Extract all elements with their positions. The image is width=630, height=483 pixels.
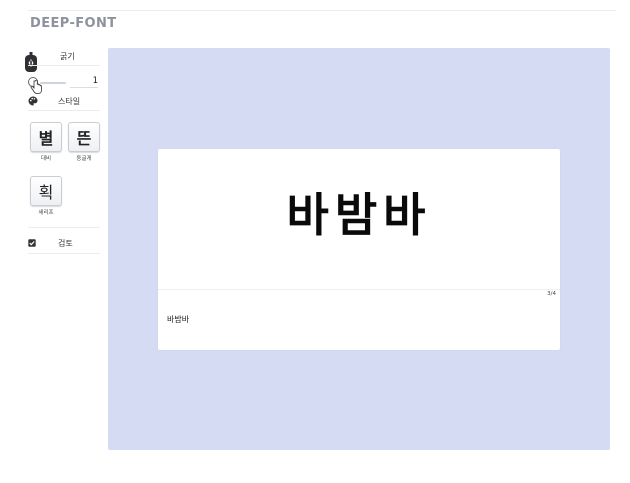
- top-divider: [28, 10, 616, 11]
- style-serif-glyph: 획: [38, 183, 54, 202]
- style-round-caption: 둥글게: [76, 156, 92, 162]
- style-label: 스타일: [58, 97, 81, 106]
- hand-cursor-icon: [30, 80, 42, 94]
- page-indicator: 3/4: [547, 291, 556, 297]
- weight-value-input[interactable]: 1: [70, 76, 98, 88]
- checkbox-icon[interactable]: [28, 239, 36, 247]
- preview-text-input[interactable]: 바밤바: [167, 314, 189, 325]
- palette-icon: [28, 96, 38, 106]
- divider: [28, 253, 100, 254]
- weight-adjust-icon[interactable]: [24, 52, 38, 74]
- weight-slider-track[interactable]: [40, 82, 66, 84]
- card-divider: [158, 289, 560, 290]
- style-contrast-caption: 대비: [40, 156, 52, 162]
- style-contrast-glyph: 별: [38, 129, 54, 148]
- style-serif-button[interactable]: 획: [30, 176, 62, 206]
- review-label: 검토: [58, 239, 73, 248]
- style-serif-caption: 세리프: [38, 210, 54, 216]
- preview-card: 바밤바 3/4 바밤바: [158, 149, 560, 350]
- style-round-button[interactable]: 뜬: [68, 122, 100, 152]
- style-contrast-button[interactable]: 별: [30, 122, 62, 152]
- divider: [28, 227, 100, 228]
- glyph-preview: 바밤바: [286, 188, 432, 242]
- style-round-glyph: 뜬: [76, 129, 92, 148]
- weight-label: 굵기: [60, 52, 75, 61]
- divider: [28, 65, 100, 66]
- divider: [28, 110, 100, 111]
- app-logo: DEEP-FONT: [30, 16, 117, 31]
